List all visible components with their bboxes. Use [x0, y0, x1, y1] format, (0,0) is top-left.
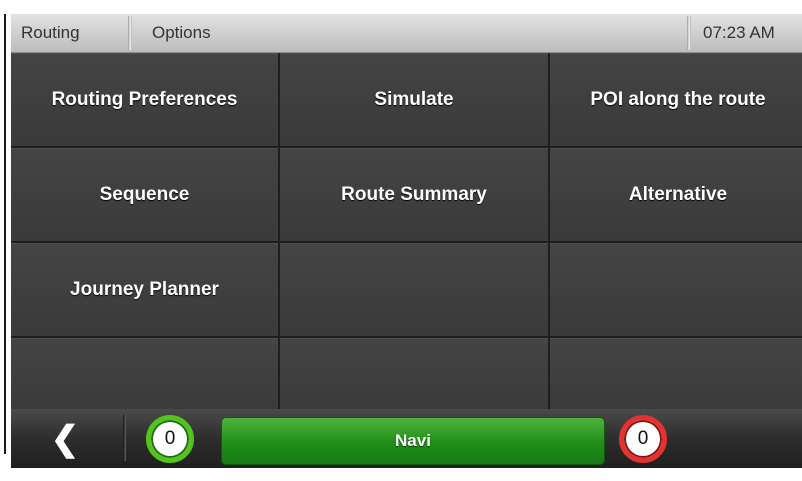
menu-item-routing-preferences[interactable]: Routing Preferences — [11, 53, 278, 146]
right-counter-badge[interactable]: 0 — [619, 415, 667, 463]
left-counter-badge[interactable]: 0 — [146, 415, 194, 463]
header-divider — [128, 16, 132, 50]
footer-divider — [123, 415, 126, 461]
back-button[interactable]: ❮ — [45, 417, 85, 461]
title-bar: Routing Options 07:23 AM — [11, 14, 802, 53]
menu-item-journey-planner[interactable]: Journey Planner — [11, 243, 278, 336]
left-edge-strip — [0, 0, 11, 481]
clock-display: 07:23 AM — [703, 23, 775, 42]
header-divider — [687, 16, 691, 50]
app-window: Routing Options 07:23 AM Routing Prefere… — [11, 14, 802, 468]
tab-options[interactable]: Options — [152, 14, 211, 52]
back-chevron-icon: ❮ — [50, 420, 80, 458]
menu-item-empty — [280, 243, 548, 336]
options-menu-grid: Routing Preferences Simulate POI along t… — [11, 53, 802, 415]
menu-item-empty — [550, 338, 802, 415]
menu-item-alternative[interactable]: Alternative — [550, 148, 802, 241]
navi-button[interactable]: Navi — [221, 417, 605, 465]
menu-item-empty — [550, 243, 802, 336]
tab-routing[interactable]: Routing — [21, 14, 80, 52]
menu-item-sequence[interactable]: Sequence — [11, 148, 278, 241]
edge-line — [4, 14, 6, 454]
menu-item-empty — [11, 338, 278, 415]
bottom-toolbar: ❮ 0 Navi 0 — [11, 409, 802, 468]
menu-item-empty — [280, 338, 548, 415]
menu-item-route-summary[interactable]: Route Summary — [280, 148, 548, 241]
menu-item-simulate[interactable]: Simulate — [280, 53, 548, 146]
menu-item-poi-along-route[interactable]: POI along the route — [550, 53, 802, 146]
